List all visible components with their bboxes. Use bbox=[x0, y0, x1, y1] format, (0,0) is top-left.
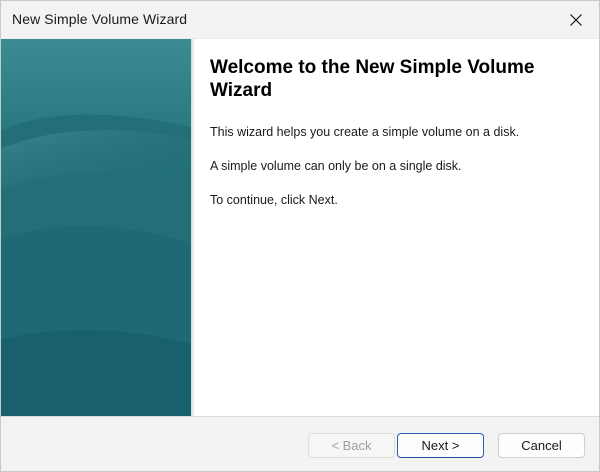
description-line-3: To continue, click Next. bbox=[210, 193, 338, 207]
description-line-1: This wizard helps you create a simple vo… bbox=[210, 125, 520, 139]
description-line-2: A simple volume can only be on a single … bbox=[210, 159, 462, 173]
title-bar: New Simple Volume Wizard bbox=[1, 1, 599, 38]
banner-graphic bbox=[1, 39, 191, 416]
window-title: New Simple Volume Wizard bbox=[12, 11, 188, 27]
close-icon bbox=[570, 13, 582, 26]
wizard-banner-image bbox=[1, 39, 191, 416]
cancel-button[interactable]: Cancel bbox=[498, 433, 585, 458]
close-button[interactable] bbox=[553, 1, 599, 38]
banner-divider bbox=[191, 39, 195, 416]
page-title: Welcome to the New Simple Volume Wizard bbox=[210, 57, 535, 101]
next-button[interactable]: Next > bbox=[397, 433, 484, 458]
button-bar: < Back Next > Cancel bbox=[1, 416, 599, 471]
welcome-panel: Welcome to the New Simple Volume Wizard … bbox=[210, 56, 580, 227]
back-button[interactable]: < Back bbox=[308, 433, 395, 458]
wizard-content: Welcome to the New Simple Volume Wizard … bbox=[1, 38, 599, 416]
wizard-window: New Simple Volume Wizard Welcome to the … bbox=[0, 0, 600, 472]
